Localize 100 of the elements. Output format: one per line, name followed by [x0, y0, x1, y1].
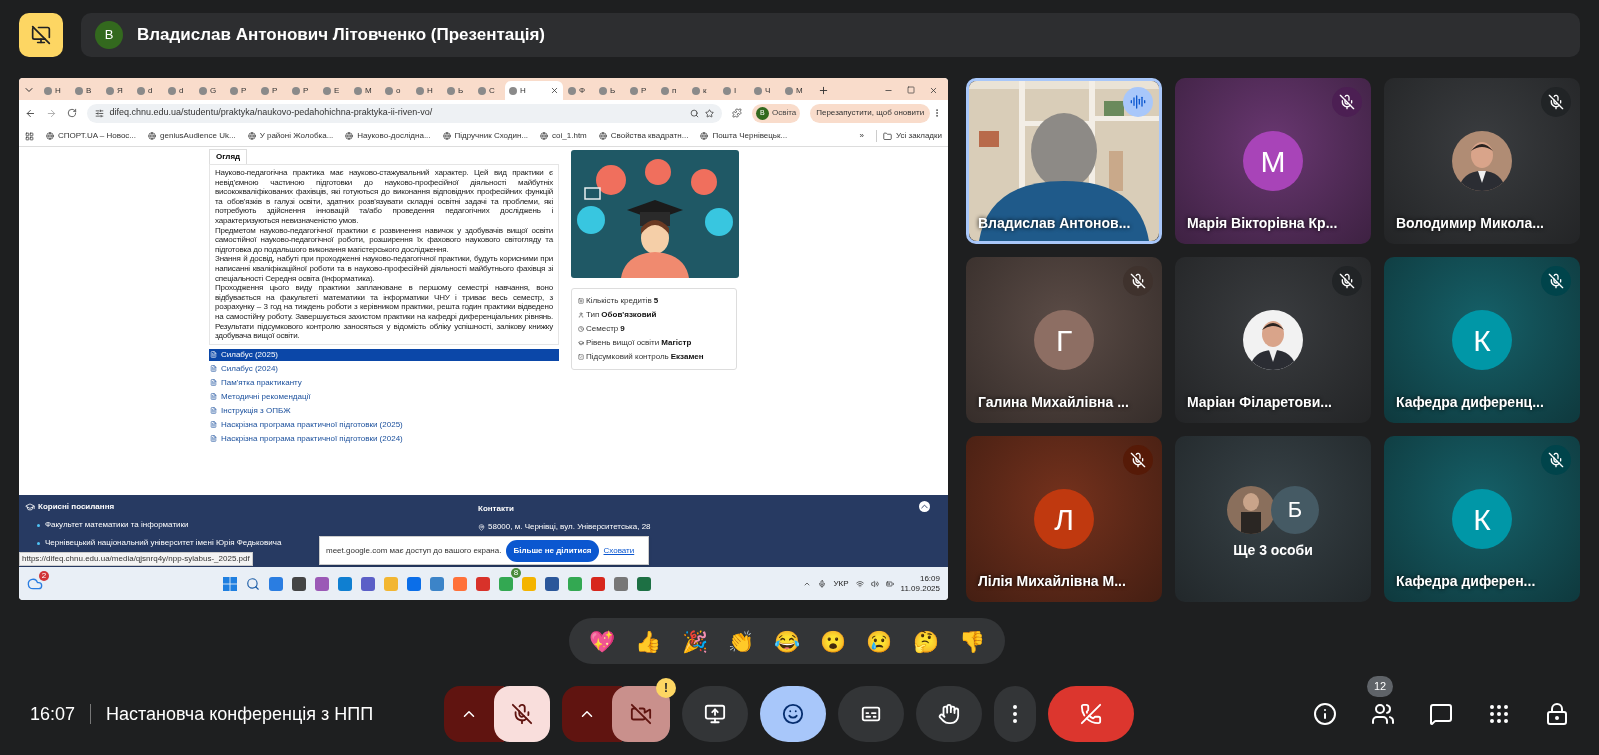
- close-icon[interactable]: [550, 86, 559, 95]
- globe-icon: [148, 132, 157, 140]
- app-icon[interactable]: [361, 576, 375, 591]
- close-icon[interactable]: [929, 86, 938, 95]
- start-icon[interactable]: [223, 576, 237, 591]
- update-button[interactable]: Перезапустити, щоб оновити: [810, 103, 931, 123]
- more-bookmarks[interactable]: »: [859, 130, 864, 142]
- bookmark[interactable]: coi_1.htm: [540, 130, 587, 142]
- browser-tab[interactable]: С: [474, 81, 504, 100]
- back-icon[interactable]: [25, 107, 36, 119]
- bookmark[interactable]: СПОРТ.UA – Новос...: [46, 130, 137, 142]
- app-icon[interactable]: [292, 576, 306, 591]
- reaction-emoji[interactable]: 🎉: [681, 630, 708, 652]
- reaction-emoji[interactable]: 🤔: [912, 630, 939, 652]
- reaction-emoji[interactable]: 😂: [774, 630, 800, 652]
- app-icon[interactable]: [614, 576, 628, 591]
- document-link[interactable]: Методичні рекомендації: [209, 390, 559, 403]
- all-bookmarks[interactable]: Усі закладки: [876, 130, 942, 142]
- browser-tab[interactable]: Р: [626, 81, 656, 100]
- app-icon[interactable]: [591, 576, 605, 591]
- app-icon[interactable]: [269, 576, 283, 591]
- notice-text: meet.google.com має доступ до вашого екрана.: [326, 544, 502, 557]
- address-field[interactable]: difeq.chnu.edu.ua/studentu/praktyka/naukovo-pedahohichna-praktyka-ii-riven-vo/: [86, 103, 723, 123]
- camera-button[interactable]: [612, 686, 671, 742]
- browser-tab[interactable]: к: [688, 81, 718, 100]
- app-icon[interactable]: [338, 576, 352, 591]
- search-icon[interactable]: [246, 576, 260, 591]
- browser-tab[interactable]: п: [657, 81, 687, 100]
- browser-tab[interactable]: В: [71, 81, 101, 100]
- site-settings-icon[interactable]: [94, 108, 104, 118]
- scroll-top-button[interactable]: [919, 501, 930, 512]
- browser-tab[interactable]: d: [164, 81, 194, 100]
- reaction-emoji[interactable]: 💖: [589, 630, 616, 652]
- bookmark[interactable]: Підручник Сходин...: [442, 130, 529, 142]
- new-tab-icon[interactable]: [818, 85, 829, 96]
- reaction-emoji[interactable]: 😮: [820, 630, 847, 652]
- app-icon[interactable]: [315, 576, 329, 591]
- footer-link[interactable]: Чернівецький національний університет імені Юрія Федьковича: [45, 537, 282, 549]
- document-link[interactable]: Наскрізна програма практичної підготовки (2024): [209, 432, 559, 445]
- app-icon[interactable]: [545, 576, 559, 591]
- captions-button[interactable]: [838, 686, 905, 742]
- language-indicator[interactable]: УКР: [833, 577, 849, 590]
- overview-tab[interactable]: Огляд: [209, 149, 248, 164]
- reload-icon[interactable]: [66, 108, 77, 118]
- clock-date[interactable]: 11.09.2025: [900, 583, 940, 594]
- browser-tab[interactable]: І: [719, 81, 749, 100]
- tab-title: С: [489, 84, 495, 97]
- app-icon[interactable]: [407, 576, 421, 591]
- browser-tab[interactable]: Н: [40, 81, 70, 100]
- document-link[interactable]: Наскрізна програма практичної підготовки (2025): [209, 418, 559, 431]
- mic-icon[interactable]: [818, 579, 827, 588]
- reaction-emoji[interactable]: 👎: [958, 630, 985, 652]
- document-link[interactable]: Силабус (2025): [209, 348, 559, 361]
- browser-tab[interactable]: Р: [257, 81, 287, 100]
- extensions-icon[interactable]: [732, 108, 742, 118]
- browser-tab[interactable]: М: [781, 81, 811, 100]
- browser-tab[interactable]: Р: [288, 81, 318, 100]
- avatar-initial: Л: [1034, 489, 1094, 549]
- bookmark-star-icon[interactable]: [705, 108, 715, 118]
- leave-call-button[interactable]: [1048, 686, 1135, 742]
- browser-tab[interactable]: Ь: [443, 81, 473, 100]
- reaction-emoji[interactable]: 👏: [727, 630, 754, 652]
- browser-tab[interactable]: d: [133, 81, 163, 100]
- bookmark[interactable]: Свойства квадратн...: [598, 130, 689, 142]
- app-icon[interactable]: [476, 576, 490, 591]
- restore-icon[interactable]: [907, 86, 915, 94]
- browser-tab[interactable]: о: [381, 81, 411, 100]
- document-link[interactable]: Пам'ятка практиканту: [209, 376, 559, 389]
- reaction-emoji[interactable]: 👍: [635, 630, 662, 652]
- apps-icon[interactable]: [25, 131, 34, 141]
- bookmark[interactable]: Науково-дослідна...: [345, 130, 431, 142]
- browser-tab[interactable]: Н: [412, 81, 442, 100]
- zoom-icon[interactable]: [690, 108, 700, 118]
- browser-tab[interactable]: М: [350, 81, 380, 100]
- reactions-button[interactable]: [760, 686, 827, 742]
- app-icon[interactable]: [637, 576, 651, 591]
- bookmark[interactable]: geniusAudience Uk...: [148, 130, 236, 142]
- footer-link[interactable]: Факультет математики та інформатики: [45, 519, 189, 531]
- tab-title: Н: [427, 84, 433, 97]
- browser-tab[interactable]: Я: [102, 81, 132, 100]
- document-link[interactable]: Інструкція з ОПБЖ: [209, 404, 559, 417]
- browser-tab[interactable]: Ь: [595, 81, 625, 100]
- document-link[interactable]: Силабус (2024): [209, 362, 559, 375]
- browser-tab[interactable]: Р: [226, 81, 256, 100]
- battery-icon: [885, 579, 894, 588]
- bookmark[interactable]: Пошта Чернівецьк...: [700, 130, 788, 142]
- present-button[interactable]: [682, 686, 749, 742]
- browser-tab[interactable]: Ф: [564, 81, 594, 100]
- stop-presenting-button[interactable]: [19, 13, 63, 57]
- microphone-button[interactable]: [494, 686, 551, 742]
- browser-tab[interactable]: Е: [319, 81, 349, 100]
- clock-time[interactable]: 16:09: [919, 573, 940, 584]
- bookmark[interactable]: У районі Жолобка...: [247, 130, 334, 142]
- browser-tab[interactable]: Н: [505, 81, 563, 100]
- raise-hand-button[interactable]: [916, 686, 983, 742]
- hide-link[interactable]: Сховати: [603, 544, 635, 557]
- reaction-emoji[interactable]: 😢: [866, 630, 893, 652]
- stop-sharing-button[interactable]: Більше не ділитися: [506, 539, 599, 562]
- browser-tab[interactable]: Ч: [750, 81, 780, 100]
- browser-tab[interactable]: G: [195, 81, 225, 100]
